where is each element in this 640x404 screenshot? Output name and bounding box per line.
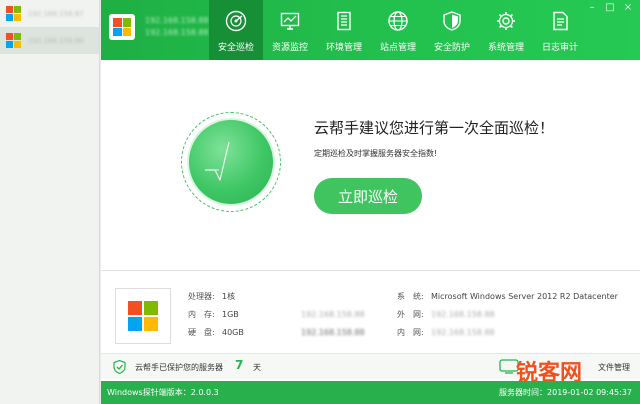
server-item[interactable]: 192.168.158.87 bbox=[0, 0, 99, 27]
network-info: 系 统: Microsoft Windows Server 2012 R2 Dat… bbox=[397, 288, 618, 342]
start-inspection-button[interactable]: 立即巡检 bbox=[314, 178, 422, 214]
shield-icon bbox=[443, 11, 461, 31]
external-ip-row: 外 网: 192.168.158.88 bbox=[397, 306, 618, 324]
server-item-selected[interactable]: 192.168.158.88 bbox=[0, 27, 99, 54]
monitor-chart-icon bbox=[280, 12, 300, 30]
disk-row: 硬 盘: 40GB bbox=[188, 324, 244, 342]
tab-label: 环境管理 bbox=[325, 43, 362, 53]
window-controls: – □ × bbox=[584, 2, 636, 14]
windows-logo-icon bbox=[113, 18, 131, 36]
server-name: 192.168.158.87 bbox=[28, 9, 84, 18]
server-time: 服务器时间：2019-01-02 09:45:37 bbox=[499, 388, 632, 397]
app-logo bbox=[109, 14, 135, 40]
status-bar: Windows探针端版本：2.0.0.3 服务器时间：2019-01-02 09… bbox=[101, 381, 640, 404]
tab-security-inspection[interactable]: 安全巡检 bbox=[209, 0, 263, 60]
tab-environment[interactable]: 环境管理 bbox=[317, 0, 371, 60]
internal-ip-label: 内 网: bbox=[397, 328, 424, 337]
blurred-info-2: 192.168.158.88 bbox=[301, 324, 365, 342]
protection-days-unit: 天 bbox=[253, 363, 261, 372]
windows-logo-icon bbox=[128, 301, 158, 331]
globe-icon bbox=[388, 11, 408, 31]
pulse-line-icon bbox=[205, 141, 230, 181]
document-icon bbox=[553, 11, 568, 31]
shield-check-icon bbox=[113, 360, 126, 374]
inspection-headline: 云帮手建议您进行第一次全面巡检！ bbox=[314, 119, 555, 137]
blurred-value: 192.168.158.88 bbox=[301, 328, 365, 337]
os-value: Microsoft Windows Server 2012 R2 Datacen… bbox=[431, 292, 618, 301]
server-title: 192.168.158.88 192.168.158.88 bbox=[145, 15, 209, 39]
external-ip-label: 外 网: bbox=[397, 310, 424, 319]
windows-logo-icon bbox=[6, 6, 21, 21]
tab-label: 安全巡检 bbox=[217, 43, 254, 53]
server-rack-icon bbox=[337, 11, 351, 31]
external-ip-value: 192.168.158.88 bbox=[431, 310, 495, 319]
divider bbox=[101, 270, 640, 271]
windows-logo-icon bbox=[6, 33, 21, 48]
memory-value: 1GB bbox=[222, 310, 239, 319]
memory-row: 内 存: 1GB bbox=[188, 306, 244, 324]
protection-text: 云帮手已保护您的服务器 bbox=[135, 363, 223, 372]
tab-label: 站点管理 bbox=[379, 43, 416, 53]
inspection-status-circle bbox=[187, 118, 275, 206]
tab-system[interactable]: 系统管理 bbox=[479, 0, 533, 60]
main-nav: 安全巡检 资源监控 环境管理 站点管理 安全防护 系统管理 日志审计 bbox=[209, 0, 587, 60]
inspection-status-ring bbox=[181, 112, 281, 212]
tab-label: 日志审计 bbox=[541, 43, 578, 53]
gear-icon bbox=[497, 12, 515, 30]
server-sidebar: 192.168.158.87 192.168.158.88 bbox=[0, 0, 100, 404]
os-row: 系 统: Microsoft Windows Server 2012 R2 Dat… bbox=[397, 288, 618, 306]
disk-label: 硬 盘: bbox=[188, 328, 215, 337]
inspection-subline: 定期巡检及时掌握服务器安全指数! bbox=[314, 149, 438, 158]
file-manager-link[interactable]: 文件管理 bbox=[598, 362, 630, 373]
server-title-line: 192.168.158.88 bbox=[145, 28, 209, 37]
server-name: 192.168.158.88 bbox=[28, 36, 84, 45]
cpu-value: 1核 bbox=[222, 292, 236, 301]
disk-value: 40GB bbox=[222, 328, 244, 337]
tab-label: 资源监控 bbox=[271, 43, 308, 53]
cpu-label: 处理器: bbox=[188, 292, 215, 301]
os-label: 系 统: bbox=[397, 292, 424, 301]
maximize-icon[interactable]: □ bbox=[602, 2, 618, 14]
os-logo bbox=[115, 288, 171, 344]
main-window: 192.168.158.88 192.168.158.88 – □ × 安全巡检… bbox=[101, 0, 640, 404]
close-icon[interactable]: × bbox=[620, 2, 636, 14]
blurred-value: 192.168.158.88 bbox=[301, 310, 365, 319]
tab-label: 系统管理 bbox=[487, 43, 524, 53]
tab-resource-monitor[interactable]: 资源监控 bbox=[263, 0, 317, 60]
top-bar: 192.168.158.88 192.168.158.88 – □ × 安全巡检… bbox=[101, 0, 640, 60]
server-title-line: 192.168.158.88 bbox=[145, 16, 209, 25]
tab-label: 安全防护 bbox=[433, 43, 470, 53]
version-text: Windows探针端版本：2.0.0.3 bbox=[107, 388, 219, 397]
tab-security-protection[interactable]: 安全防护 bbox=[425, 0, 479, 60]
tab-log-audit[interactable]: 日志审计 bbox=[533, 0, 587, 60]
protection-days: 7 bbox=[235, 358, 244, 372]
radar-icon bbox=[225, 10, 247, 32]
internal-ip-value: 192.168.158.88 bbox=[431, 328, 495, 337]
memory-label: 内 存: bbox=[188, 310, 215, 319]
hardware-info: 处理器: 1核 内 存: 1GB 硬 盘: 40GB bbox=[188, 288, 244, 342]
internal-ip-row: 内 网: 192.168.158.88 bbox=[397, 324, 618, 342]
cpu-row: 处理器: 1核 bbox=[188, 288, 244, 306]
tab-sites[interactable]: 站点管理 bbox=[371, 0, 425, 60]
